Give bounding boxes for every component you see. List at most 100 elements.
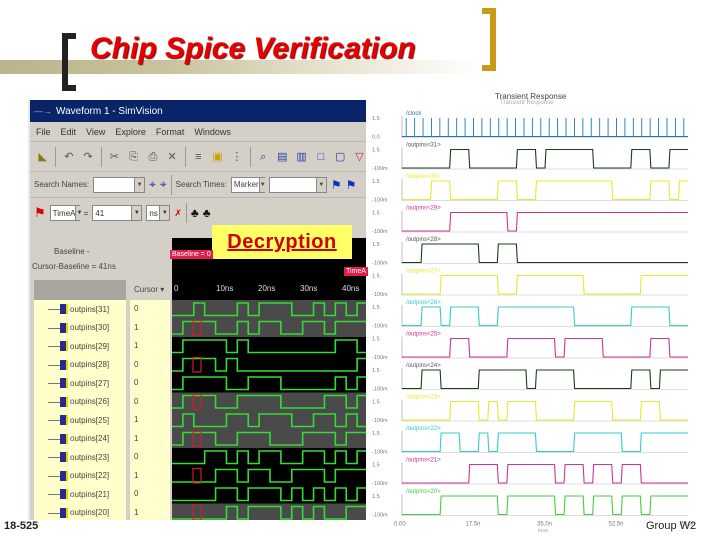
signal-waveform [172,450,366,465]
signal-name: outpins[28] [70,360,110,369]
tree-connector [48,512,60,514]
search-names-input[interactable]: ▼ [93,176,146,193]
next-marker-flag-icon[interactable]: ⚑ [346,178,357,192]
trace-y-tick-label: 1.5 [372,179,380,185]
transient-trace [402,148,688,169]
trace-y-tick-label: 0.0 [372,135,380,141]
trace-y-tick-label: 1.5 [372,305,380,311]
cursor-marker-tag[interactable]: TimeA [344,267,368,276]
trace-y-tick-label: -100m [372,418,388,424]
window-titlebar[interactable]: —→ Waveform 1 - SimVision [30,100,366,122]
signal-row[interactable]: outpins[28] [34,356,126,374]
transient-trace [402,337,688,358]
menu-format[interactable]: Format [156,127,185,137]
system-menu-icon[interactable]: —→ [34,106,52,116]
signal-waveform [172,376,366,391]
paste-icon[interactable]: ⎙ [146,150,159,164]
chevron-down-icon[interactable]: ▼ [159,206,170,220]
signal-row[interactable]: outpins[21] [34,485,126,503]
time-operator: = [83,208,89,218]
trace-label: /outpins<20> [406,489,441,495]
trace-label: /outpins<22> [406,426,441,432]
chevron-down-icon[interactable]: ▼ [134,177,145,192]
signal-output-icon [60,433,68,444]
chevron-down-icon[interactable]: ▼ [75,206,83,220]
signal-output-icon [60,415,68,425]
search-prev-binoculars-icon[interactable]: ⌖ [160,177,167,192]
signal-row[interactable]: outpins[27] [34,374,126,392]
signal-list: outpins[31] outpins[30] outpins[29] outpins… [34,280,126,520]
cursor-flag-icon[interactable]: ⚑ [34,205,46,221]
cursor-value-header[interactable]: Cursor ▾ [130,280,170,300]
delete-icon[interactable]: ✕ [166,150,179,164]
chevron-down-icon[interactable]: ▼ [258,177,266,192]
menu-view[interactable]: View [86,127,105,137]
search-next-binoculars-icon[interactable]: ⌖ [149,177,156,192]
trace-y-tick-label: -100m [372,324,388,330]
open-folder-icon[interactable]: ◣ [36,150,49,164]
trace-label: /outpins<25> [406,332,441,338]
signal-name-pane: Baseline - Cursor-Baseline = 41ns outpin… [30,238,170,520]
redo-icon[interactable]: ↷ [81,150,94,164]
cut-icon[interactable]: ✂ [108,150,121,164]
waveform-traces[interactable] [172,300,366,520]
transient-trace [402,369,688,390]
search-times-type-select[interactable]: Marker ▼ [230,176,266,193]
transient-traces: 1.5 0.0/clock 1.5 -100m/outpins<31> 1.5 -100m… [372,111,695,532]
signal-row[interactable]: outpins[20] [34,504,126,521]
menu-file[interactable]: File [36,127,51,137]
trace-y-tick-label: -100m [372,481,388,487]
waveform-display[interactable]: 0 10ns 20ns 30ns 40ns [172,238,366,520]
signal-row[interactable]: outpins[31] [34,300,126,318]
zoom-in-icon[interactable]: ▥ [295,150,308,164]
trace-y-tick-label: 1.5 [372,431,380,437]
signal-row[interactable]: outpins[24] [34,430,126,448]
trace-label: /outpins<27> [406,269,441,275]
signal-row[interactable]: outpins[29] [34,337,126,355]
slide-title: Chip Spice Verification [90,32,416,65]
signal-row[interactable]: outpins[30] [34,319,126,337]
time-field-select[interactable]: TimeA ▼ [49,205,83,221]
signal-row[interactable]: outpins[25] [34,411,126,429]
chevron-down-icon[interactable]: ▼ [131,206,142,220]
prev-edge-dog-icon[interactable]: ♣ [191,206,199,220]
signal-cursor-value: 0 [134,304,139,313]
signal-row[interactable]: outpins[26] [34,393,126,411]
marker-prev-icon[interactable]: ▢ [334,150,347,164]
transient-trace [402,495,688,516]
signal-name: outpins[29] [70,341,110,351]
cursor-value-column: Cursor ▾ 0 1 1 0 0 0 1 1 0 1 0 1 [126,280,170,520]
ruler-tick-label: 10ns [216,284,234,293]
menu-edit[interactable]: Edit [61,127,77,137]
chevron-down-icon[interactable]: ▼ [315,177,326,192]
search-times-input[interactable]: ▼ [268,176,327,193]
undo-icon[interactable]: ↶ [62,150,75,164]
prev-marker-flag-icon[interactable]: ⚑ [331,178,342,192]
signal-row[interactable]: outpins[23] [34,448,126,466]
find-icon[interactable]: ⌕ [256,150,269,164]
baseline-marker-tag[interactable]: Baseline = 0 [170,250,213,259]
signal-row[interactable]: outpins[22] [34,467,126,485]
next-edge-dog-icon[interactable]: ♣ [203,206,211,220]
signal-output-icon [60,341,68,351]
toolbar-separator [170,174,172,195]
group-icon[interactable]: ≡ [192,150,205,164]
delete-cursor-icon[interactable]: ✗ [174,208,182,219]
x-tick-label: 35.0n [537,522,552,528]
signal-cursor-value: 1 [134,433,139,443]
time-value-input[interactable]: 41 ▼ [92,205,143,221]
time-unit-select[interactable]: ns ▼ [146,205,171,221]
toolbar-separator [184,146,186,167]
bus-icon[interactable]: ▣ [211,150,224,164]
tree-connector [48,401,60,403]
marker-next-icon[interactable]: ▽ [353,150,366,164]
zoom-fit-icon[interactable]: ▤ [276,150,289,164]
copy-icon[interactable]: ⎘ [127,150,140,164]
zoom-out-icon[interactable]: □ [314,150,327,164]
menu-windows[interactable]: Windows [194,127,231,137]
signal-cursor-value: 1 [134,322,139,332]
time-ruler[interactable]: 0 10ns 20ns 30ns 40ns [172,280,366,300]
expand-icon[interactable]: ⋮ [230,150,243,164]
menu-explore[interactable]: Explore [115,127,146,137]
course-number: 18-525 [4,520,39,532]
